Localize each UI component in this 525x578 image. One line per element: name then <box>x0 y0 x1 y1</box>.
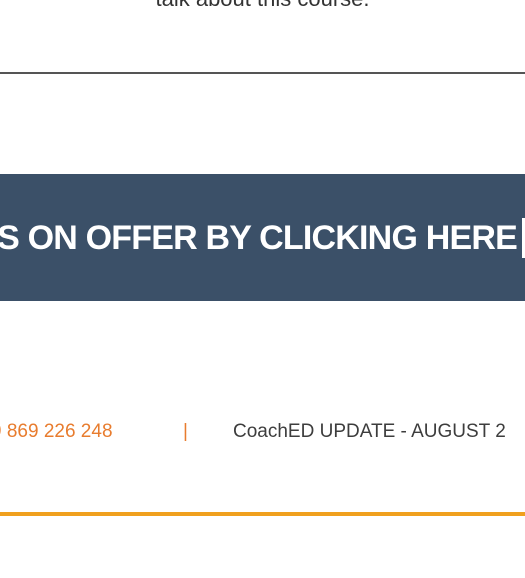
footer-contact-bar: 9 869 226 248 | CoachED UPDATE - AUGUST … <box>0 418 525 446</box>
phone-number-link[interactable]: 9 869 226 248 <box>0 418 113 446</box>
page: talk about this course. SES ON OFFER BY … <box>0 0 525 578</box>
courses-cta-banner[interactable]: SES ON OFFER BY CLICKING HERE <box>0 174 525 301</box>
coached-update-link[interactable]: CoachED UPDATE - AUGUST 2 <box>233 418 506 446</box>
footer-separator: | <box>183 421 188 442</box>
section-divider <box>0 72 525 74</box>
course-contact-text: talk about this course. <box>0 0 525 14</box>
courses-cta-label[interactable]: SES ON OFFER BY CLICKING HERE <box>0 218 518 258</box>
footer-divider <box>0 512 525 516</box>
